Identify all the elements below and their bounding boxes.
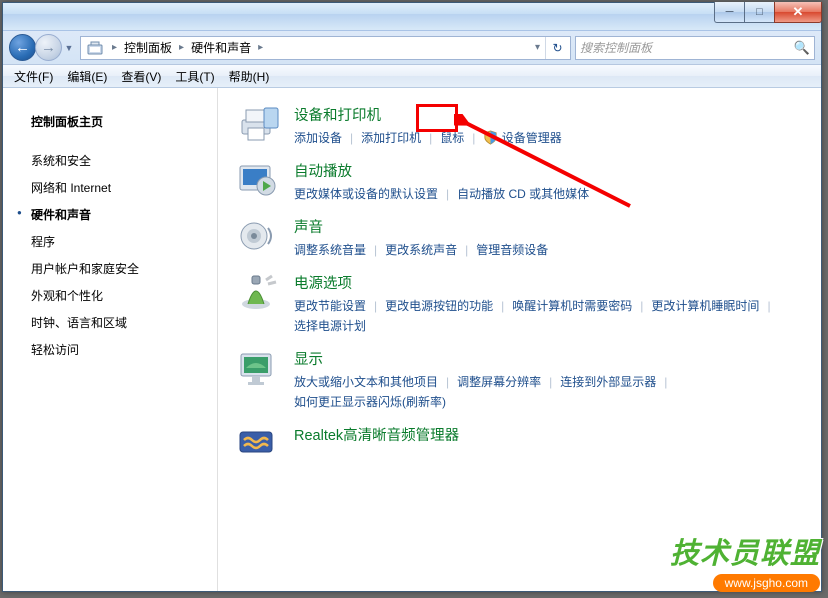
category-devices: 设备和打印机 添加设备|添加打印机|鼠标| 设备管理器: [238, 104, 801, 148]
menu-view[interactable]: 查看(V): [114, 65, 168, 87]
link-power-button[interactable]: 更改电源按钮的功能: [385, 299, 493, 313]
category-links: 放大或缩小文本和其他项目|调整屏幕分辨率|连接到外部显示器|如何更正显示器闪烁(…: [294, 372, 801, 412]
sidebar-item-network[interactable]: 网络和 Internet: [31, 174, 209, 201]
content-pane: 设备和打印机 添加设备|添加打印机|鼠标| 设备管理器 自动播放 更改媒体或设备…: [218, 88, 821, 591]
category-title[interactable]: 设备和打印机: [294, 104, 801, 125]
menu-help[interactable]: 帮助(H): [222, 65, 277, 87]
menu-file[interactable]: 文件(F): [7, 65, 60, 87]
category-sound: 声音 调整系统音量|更改系统声音|管理音频设备: [238, 216, 801, 260]
arrow-left-icon: ←: [15, 39, 30, 56]
nav-buttons: ← → ▼: [9, 34, 76, 61]
battery-icon: [238, 274, 286, 314]
link-volume[interactable]: 调整系统音量: [294, 243, 366, 257]
category-realtek: Realtek高清晰音频管理器: [238, 424, 801, 466]
menu-edit[interactable]: 编辑(E): [60, 65, 114, 87]
chevron-icon[interactable]: ▸: [109, 42, 120, 53]
autoplay-icon: [238, 162, 286, 202]
address-bar[interactable]: ▸ 控制面板 ▸ 硬件和声音 ▸ ▾ ↻: [80, 36, 571, 60]
link-text-size[interactable]: 放大或缩小文本和其他项目: [294, 375, 438, 389]
sidebar-item-accounts[interactable]: 用户帐户和家庭安全: [31, 255, 209, 282]
menu-tools[interactable]: 工具(T): [168, 65, 221, 87]
chevron-down-icon[interactable]: ▾: [532, 42, 543, 53]
link-resolution[interactable]: 调整屏幕分辨率: [457, 375, 541, 389]
link-device-manager[interactable]: 设备管理器: [502, 131, 562, 145]
control-panel-window: ─ □ ✕ ← → ▼ ▸ 控制面板 ▸ 硬件和声音 ▸ ▾ ↻ 搜索控制面板 …: [2, 2, 822, 592]
sidebar-item-hardware[interactable]: 硬件和声音: [31, 201, 209, 228]
titlebar: ─ □ ✕: [3, 3, 821, 31]
link-audio-devices[interactable]: 管理音频设备: [476, 243, 548, 257]
maximize-button[interactable]: □: [744, 2, 774, 23]
category-title[interactable]: 声音: [294, 216, 801, 237]
chevron-icon[interactable]: ▸: [255, 42, 266, 53]
link-autoplay-cd[interactable]: 自动播放 CD 或其他媒体: [457, 187, 589, 201]
link-external-display[interactable]: 连接到外部显示器: [560, 375, 656, 389]
chevron-icon[interactable]: ▸: [176, 42, 187, 53]
realtek-icon: [238, 426, 286, 466]
category-title[interactable]: Realtek高清晰音频管理器: [294, 424, 801, 445]
display-icon: [238, 350, 286, 390]
sidebar-item-system[interactable]: 系统和安全: [31, 147, 209, 174]
link-add-device[interactable]: 添加设备: [294, 131, 342, 145]
body: 控制面板主页 系统和安全 网络和 Internet 硬件和声音 程序 用户帐户和…: [3, 88, 821, 591]
category-links: 调整系统音量|更改系统声音|管理音频设备: [294, 240, 801, 260]
link-system-sounds[interactable]: 更改系统声音: [385, 243, 457, 257]
forward-button[interactable]: →: [35, 34, 62, 61]
sidebar: 控制面板主页 系统和安全 网络和 Internet 硬件和声音 程序 用户帐户和…: [3, 88, 218, 591]
refresh-button[interactable]: ↻: [545, 37, 569, 59]
printer-icon: [238, 106, 286, 146]
category-title[interactable]: 自动播放: [294, 160, 801, 181]
link-power-save[interactable]: 更改节能设置: [294, 299, 366, 313]
category-links: 更改媒体或设备的默认设置|自动播放 CD 或其他媒体: [294, 184, 801, 204]
category-autoplay: 自动播放 更改媒体或设备的默认设置|自动播放 CD 或其他媒体: [238, 160, 801, 204]
window-controls: ─ □ ✕: [714, 2, 822, 23]
link-sleep-time[interactable]: 更改计算机睡眠时间: [651, 299, 759, 313]
link-add-printer[interactable]: 添加打印机: [361, 131, 421, 145]
sidebar-item-clock[interactable]: 时钟、语言和区域: [31, 309, 209, 336]
category-title[interactable]: 显示: [294, 348, 801, 369]
minimize-button[interactable]: ─: [714, 2, 744, 23]
sidebar-item-ease[interactable]: 轻松访问: [31, 336, 209, 363]
link-mouse[interactable]: 鼠标: [440, 131, 464, 145]
link-wake-password[interactable]: 唤醒计算机时需要密码: [512, 299, 632, 313]
search-placeholder: 搜索控制面板: [580, 39, 794, 56]
arrow-right-icon: →: [41, 39, 56, 56]
category-links: 更改节能设置|更改电源按钮的功能|唤醒计算机时需要密码|更改计算机睡眠时间|选择…: [294, 296, 801, 336]
breadcrumb-current[interactable]: 硬件和声音: [187, 37, 255, 59]
category-links: 添加设备|添加打印机|鼠标| 设备管理器: [294, 128, 801, 148]
sidebar-item-programs[interactable]: 程序: [31, 228, 209, 255]
category-title[interactable]: 电源选项: [294, 272, 801, 293]
control-panel-icon: [85, 38, 105, 58]
back-button[interactable]: ←: [9, 34, 36, 61]
menu-bar: 文件(F) 编辑(E) 查看(V) 工具(T) 帮助(H): [3, 65, 821, 88]
category-display: 显示 放大或缩小文本和其他项目|调整屏幕分辨率|连接到外部显示器|如何更正显示器…: [238, 348, 801, 412]
address-row: ← → ▼ ▸ 控制面板 ▸ 硬件和声音 ▸ ▾ ↻ 搜索控制面板 🔍: [3, 31, 821, 65]
close-button[interactable]: ✕: [774, 2, 822, 23]
history-dropdown[interactable]: ▼: [62, 43, 76, 53]
link-power-plan[interactable]: 选择电源计划: [294, 319, 366, 333]
search-icon: 🔍: [794, 40, 810, 56]
category-power: 电源选项 更改节能设置|更改电源按钮的功能|唤醒计算机时需要密码|更改计算机睡眠…: [238, 272, 801, 336]
link-change-defaults[interactable]: 更改媒体或设备的默认设置: [294, 187, 438, 201]
speaker-icon: [238, 218, 286, 258]
sidebar-home[interactable]: 控制面板主页: [31, 108, 209, 135]
breadcrumb-root[interactable]: 控制面板: [120, 37, 176, 59]
search-input[interactable]: 搜索控制面板 🔍: [575, 36, 815, 60]
shield-icon: [483, 130, 498, 145]
sidebar-item-appearance[interactable]: 外观和个性化: [31, 282, 209, 309]
link-refresh-rate[interactable]: 如何更正显示器闪烁(刷新率): [294, 395, 446, 409]
